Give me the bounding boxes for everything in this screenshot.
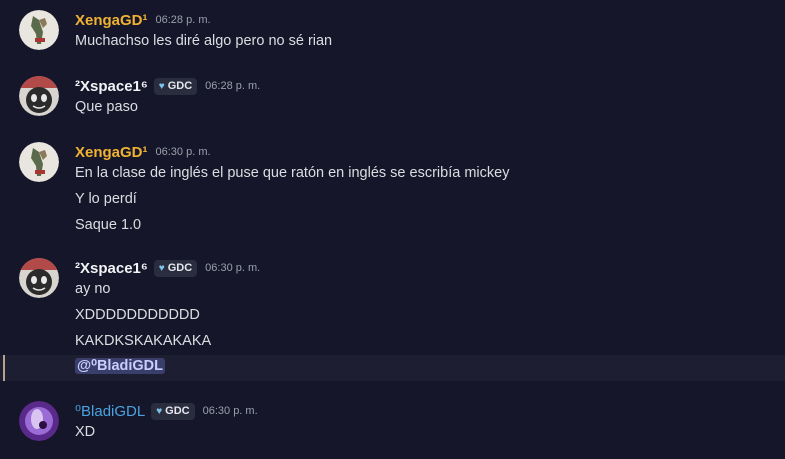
message-text: Muchachso les diré algo pero no sé rian — [75, 33, 333, 49]
heart-shield-icon: ♥ — [158, 80, 165, 92]
timestamp: 06:28 p. m. — [155, 14, 211, 26]
mention-highlight-bar — [3, 355, 5, 381]
message-text: XDDDDDDDDDDD — [75, 307, 200, 323]
guild-tag-label: GDC — [167, 262, 193, 274]
chat-log: XengaGD¹ 06:28 p. m. Muchachso les diré … — [0, 0, 785, 459]
message-text: Que paso — [75, 99, 138, 115]
message-text: En la clase de inglés el puse que ratón … — [75, 165, 510, 181]
timestamp: 06:30 p. m. — [205, 262, 261, 274]
message-text: Y lo perdí — [75, 191, 137, 207]
message-text: XD — [75, 424, 96, 440]
username[interactable]: ²Xspace1⁶ — [75, 78, 148, 95]
guild-tag[interactable]: ♥ GDC — [153, 77, 198, 95]
message-text: ay no — [75, 281, 111, 297]
avatar-bladi[interactable] — [19, 401, 59, 441]
user-mention[interactable]: @⁰BladiGDL — [75, 358, 166, 374]
heart-shield-icon: ♥ — [156, 405, 163, 417]
heart-shield-icon: ♥ — [158, 262, 165, 274]
guild-tag-label: GDC — [165, 405, 190, 417]
message-text: @⁰BladiGDL — [75, 358, 166, 374]
timestamp: 06:30 p. m. — [202, 405, 258, 417]
username[interactable]: ⁰BladiGDL — [75, 402, 145, 420]
timestamp: 06:30 p. m. — [155, 146, 211, 158]
guild-tag-label: GDC — [167, 80, 193, 92]
username[interactable]: XengaGD¹ — [75, 12, 148, 29]
avatar-xenga[interactable] — [19, 142, 59, 182]
timestamp: 06:28 p. m. — [205, 80, 261, 92]
username[interactable]: ²Xspace1⁶ — [75, 260, 148, 277]
avatar-xspace[interactable] — [19, 258, 59, 298]
guild-tag[interactable]: ♥ GDC — [151, 402, 195, 420]
message-text: KAKDKSKAKAKAKA — [75, 333, 212, 349]
message-text: Saque 1.0 — [75, 217, 142, 233]
avatar-xspace[interactable] — [19, 76, 59, 116]
guild-tag[interactable]: ♥ GDC — [153, 259, 198, 277]
avatar-xenga[interactable] — [19, 10, 59, 50]
username[interactable]: XengaGD¹ — [75, 144, 148, 161]
